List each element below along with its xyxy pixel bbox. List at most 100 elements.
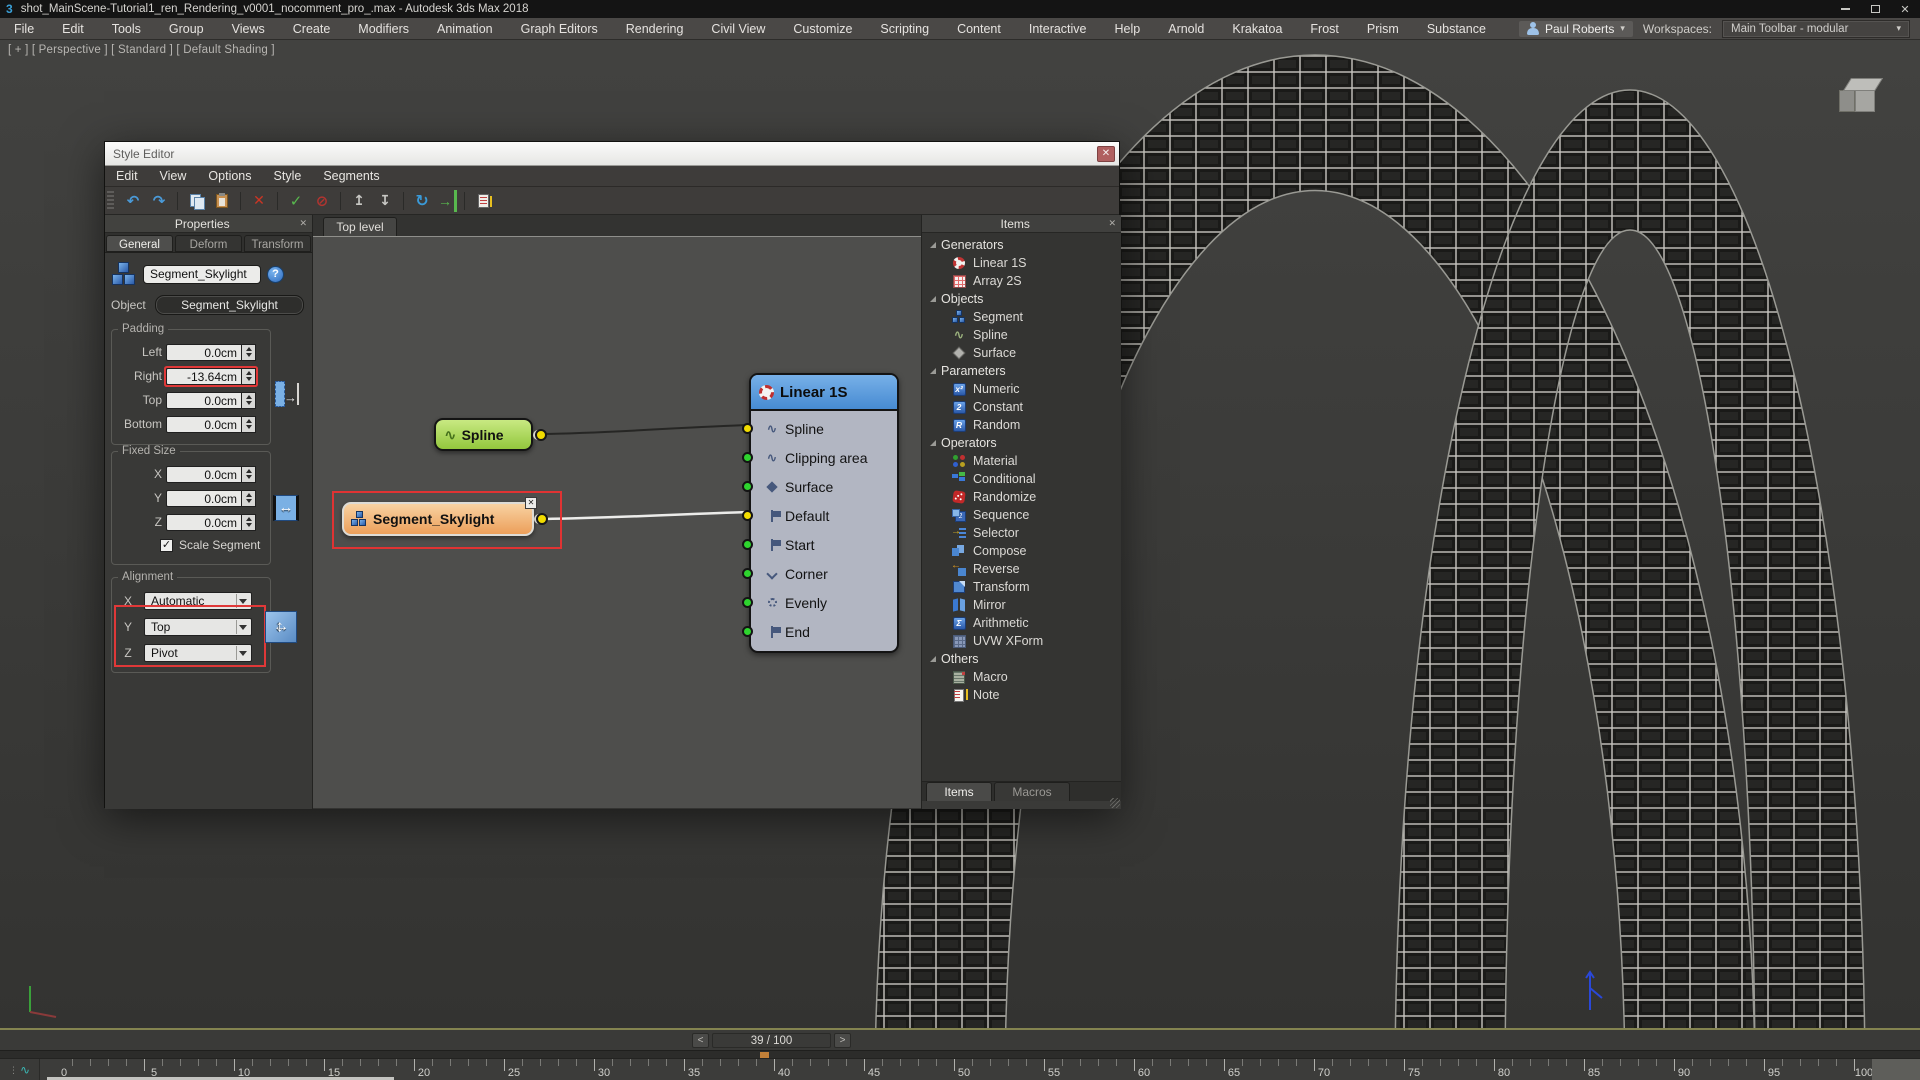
next-frame-button[interactable]: >: [834, 1033, 851, 1048]
items-header[interactable]: Items ✕: [922, 215, 1121, 233]
menu-file[interactable]: File: [0, 18, 48, 40]
items-group-objects[interactable]: Objects: [922, 290, 1121, 308]
item-sequence[interactable]: Sequence: [922, 506, 1121, 524]
item-surface[interactable]: Surface: [922, 344, 1121, 362]
user-account-menu[interactable]: Paul Roberts ▾: [1519, 21, 1633, 37]
item-transform[interactable]: Transform: [922, 578, 1121, 596]
item-linear-1s[interactable]: Linear 1S: [922, 254, 1121, 272]
spinner[interactable]: [242, 344, 256, 361]
menu-rendering[interactable]: Rendering: [612, 18, 698, 40]
menu-arnold[interactable]: Arnold: [1154, 18, 1218, 40]
menu-graph-editors[interactable]: Graph Editors: [507, 18, 612, 40]
notes-icon[interactable]: [472, 190, 494, 212]
workspace-select[interactable]: Main Toolbar - modular ▾: [1722, 20, 1910, 38]
padding-right-field[interactable]: -13.64cm: [166, 368, 242, 385]
item-conditional[interactable]: Conditional: [922, 470, 1121, 488]
menu-views[interactable]: Views: [218, 18, 279, 40]
fixed-x-field[interactable]: 0.0cm: [166, 466, 242, 483]
port-row-evenly[interactable]: Evenly: [751, 588, 897, 617]
pin-bottom-icon[interactable]: ↧: [374, 190, 396, 212]
padding-bottom-field[interactable]: 0.0cm: [166, 416, 242, 433]
items-group-parameters[interactable]: Parameters: [922, 362, 1121, 380]
close-icon[interactable]: ✕: [1108, 218, 1116, 229]
item-reverse[interactable]: Reverse: [922, 560, 1121, 578]
port-row-surface[interactable]: Surface: [751, 472, 897, 501]
se-menu-style[interactable]: Style: [263, 169, 313, 183]
menu-animation[interactable]: Animation: [423, 18, 507, 40]
toolbar-grip[interactable]: [107, 191, 114, 211]
item-numeric[interactable]: x²Numeric: [922, 380, 1121, 398]
items-group-operators[interactable]: Operators: [922, 434, 1121, 452]
item-uvw-xform[interactable]: UVW XForm: [922, 632, 1121, 650]
style-editor-titlebar[interactable]: Style Editor ✕: [105, 142, 1119, 166]
linear-node-header[interactable]: Linear 1S: [751, 375, 897, 411]
item-segment[interactable]: Segment: [922, 308, 1121, 326]
tab-items[interactable]: Items: [926, 782, 992, 801]
item-spline[interactable]: ∿Spline: [922, 326, 1121, 344]
input-port-evenly[interactable]: [742, 597, 753, 608]
menu-create[interactable]: Create: [279, 18, 345, 40]
style-editor-close-button[interactable]: ✕: [1097, 146, 1115, 162]
window-resize-grip[interactable]: [1110, 798, 1120, 808]
input-port-corner[interactable]: [742, 568, 753, 579]
scale-segment-checkbox[interactable]: ✓: [160, 539, 173, 552]
port-row-start[interactable]: Start: [751, 530, 897, 559]
object-picker-button[interactable]: Segment_Skylight: [155, 295, 304, 315]
viewcube[interactable]: [1835, 70, 1895, 132]
input-port-spline[interactable]: [742, 423, 753, 434]
tab-transform[interactable]: Transform: [244, 235, 311, 252]
se-menu-edit[interactable]: Edit: [105, 169, 149, 183]
tab-deform[interactable]: Deform: [175, 235, 242, 252]
item-macro[interactable]: Macro: [922, 668, 1121, 686]
input-port-clipping-area[interactable]: [742, 452, 753, 463]
input-port-end[interactable]: [742, 626, 753, 637]
items-group-generators[interactable]: Generators: [922, 236, 1121, 254]
previous-frame-button[interactable]: <: [692, 1033, 709, 1048]
spline-node[interactable]: ∿ Spline: [434, 418, 533, 451]
spinner[interactable]: [242, 416, 256, 433]
menu-prism[interactable]: Prism: [1353, 18, 1413, 40]
refresh-icon[interactable]: ↻: [411, 190, 433, 212]
se-menu-view[interactable]: View: [149, 169, 198, 183]
item-compose[interactable]: Compose: [922, 542, 1121, 560]
paste-icon[interactable]: [211, 190, 233, 212]
menu-frost[interactable]: Frost: [1296, 18, 1352, 40]
item-randomize[interactable]: Randomize: [922, 488, 1121, 506]
delete-icon[interactable]: ✕: [248, 190, 270, 212]
time-slider-track[interactable]: [0, 1050, 1920, 1058]
fixed-y-field[interactable]: 0.0cm: [166, 490, 242, 507]
input-port-surface[interactable]: [742, 481, 753, 492]
maximize-button[interactable]: [1860, 0, 1890, 18]
tab-macros[interactable]: Macros: [994, 782, 1070, 801]
input-port-default[interactable]: [742, 510, 753, 521]
port-row-clipping-area[interactable]: ∿ Clipping area: [751, 443, 897, 472]
se-menu-options[interactable]: Options: [197, 169, 262, 183]
item-note[interactable]: Note: [922, 686, 1121, 704]
item-arithmetic[interactable]: ΣArithmetic: [922, 614, 1121, 632]
menu-customize[interactable]: Customize: [779, 18, 866, 40]
port-row-end[interactable]: End: [751, 617, 897, 646]
padding-left-field[interactable]: 0.0cm: [166, 344, 242, 361]
properties-header[interactable]: Properties ✕: [105, 215, 312, 233]
pin-top-icon[interactable]: ↥: [348, 190, 370, 212]
spinner[interactable]: [242, 392, 256, 409]
padding-top-field[interactable]: 0.0cm: [166, 392, 242, 409]
spinner[interactable]: [242, 368, 256, 385]
segment-name-input[interactable]: [143, 265, 261, 284]
item-material[interactable]: Material: [922, 452, 1121, 470]
menu-scripting[interactable]: Scripting: [866, 18, 943, 40]
port-row-spline[interactable]: ∿ Spline: [751, 414, 897, 443]
menu-substance[interactable]: Substance: [1413, 18, 1500, 40]
minimize-button[interactable]: [1830, 0, 1860, 18]
help-button[interactable]: ?: [267, 266, 284, 283]
items-group-others[interactable]: Others: [922, 650, 1121, 668]
validate-icon[interactable]: ✓: [285, 190, 307, 212]
menu-tools[interactable]: Tools: [98, 18, 155, 40]
menu-modifiers[interactable]: Modifiers: [344, 18, 423, 40]
item-constant[interactable]: 2Constant: [922, 398, 1121, 416]
tab-general[interactable]: General: [106, 235, 173, 252]
menu-help[interactable]: Help: [1101, 18, 1155, 40]
se-menu-segments[interactable]: Segments: [312, 169, 390, 183]
close-icon[interactable]: ✕: [299, 218, 307, 229]
disable-icon[interactable]: ⊘: [311, 190, 333, 212]
